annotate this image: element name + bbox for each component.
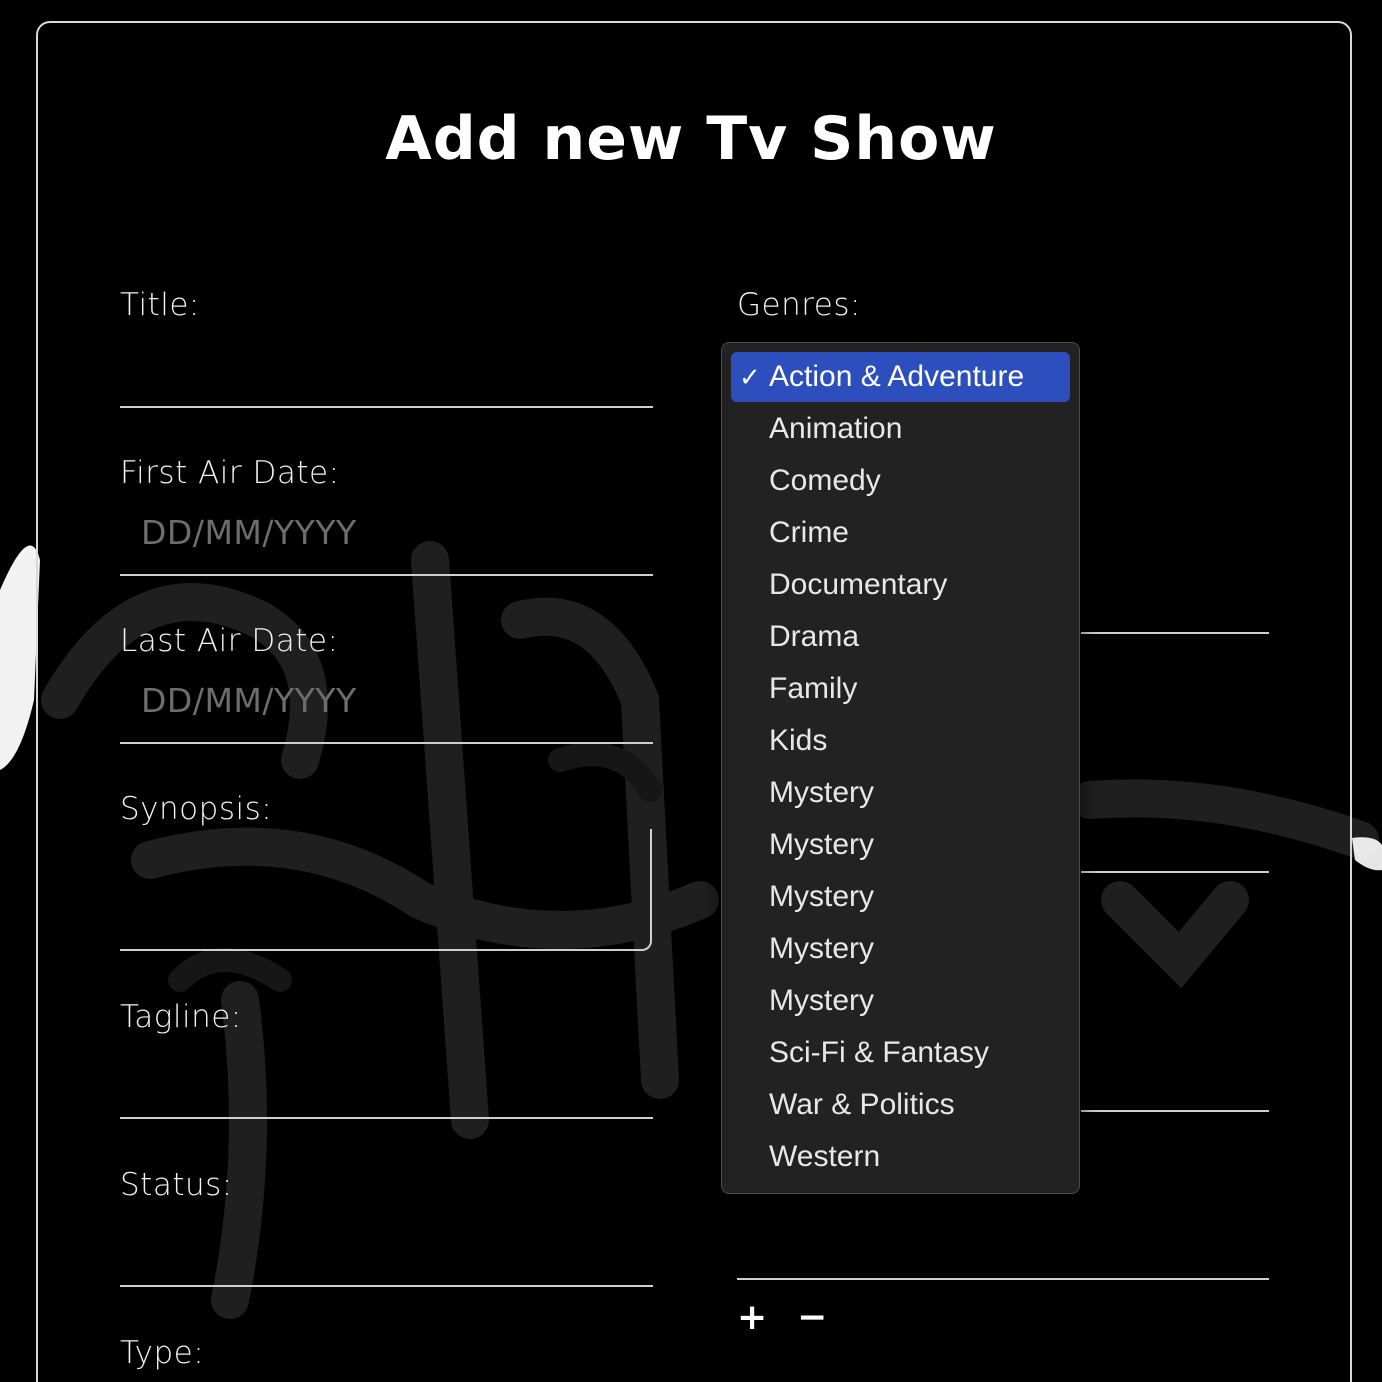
genre-option-mystery[interactable]: Mystery	[731, 924, 1070, 974]
genre-option-crime[interactable]: Crime	[731, 508, 1070, 558]
genre-option-label: Sci-Fi & Fantasy	[769, 1036, 990, 1069]
genres-dropdown[interactable]: ✓ Action & Adventure Animation Comedy Cr…	[721, 342, 1080, 1194]
remove-genre-button[interactable]: −	[797, 1300, 827, 1336]
genre-option-label: Kids	[769, 724, 828, 757]
title-input[interactable]	[120, 406, 653, 408]
genre-option-label: Documentary	[769, 568, 948, 601]
genre-option-label: Comedy	[769, 464, 881, 497]
synopsis-textarea[interactable]	[120, 829, 652, 951]
genre-option-label: Animation	[769, 412, 903, 445]
tagline-label: Tagline:	[120, 999, 242, 1035]
genre-option-documentary[interactable]: Documentary	[731, 560, 1070, 610]
genre-option-sci-fi-fantasy[interactable]: Sci-Fi & Fantasy	[731, 1028, 1070, 1078]
genre-option-drama[interactable]: Drama	[731, 612, 1070, 662]
genre-option-mystery[interactable]: Mystery	[731, 820, 1070, 870]
checkmark-icon: ✓	[739, 362, 761, 392]
genre-option-war-politics[interactable]: War & Politics	[731, 1080, 1070, 1130]
page-title: Add new Tv Show	[385, 104, 997, 174]
genre-select-underline-1	[1081, 632, 1269, 634]
genre-select-underline-4	[737, 1278, 1269, 1280]
first-air-date-label: First Air Date:	[120, 455, 340, 491]
page: Add new Tv Show Title: First Air Date: D…	[0, 0, 1382, 1382]
genre-option-family[interactable]: Family	[731, 664, 1070, 714]
last-air-date-underline	[120, 742, 653, 744]
title-label: Title:	[120, 287, 200, 323]
genre-option-label: Drama	[769, 620, 860, 653]
genre-option-label: Western	[769, 1140, 881, 1173]
tagline-input[interactable]	[120, 1117, 653, 1119]
genre-option-label: Mystery	[769, 828, 874, 861]
genre-option-label: Mystery	[769, 880, 874, 913]
genre-option-kids[interactable]: Kids	[731, 716, 1070, 766]
last-air-date-input[interactable]: DD/MM/YYYY	[141, 681, 357, 720]
genre-option-label: Mystery	[769, 932, 874, 965]
genre-option-western[interactable]: Western	[731, 1132, 1070, 1182]
status-label: Status:	[120, 1167, 233, 1203]
genre-select-underline-3	[1081, 1110, 1269, 1112]
genre-option-action-adventure[interactable]: ✓ Action & Adventure	[731, 352, 1070, 402]
genre-option-mystery[interactable]: Mystery	[731, 872, 1070, 922]
genre-option-label: Action & Adventure	[769, 360, 1025, 393]
genre-option-mystery[interactable]: Mystery	[731, 768, 1070, 818]
first-air-date-input[interactable]: DD/MM/YYYY	[141, 513, 357, 552]
genre-option-mystery[interactable]: Mystery	[731, 976, 1070, 1026]
first-air-date-underline	[120, 574, 653, 576]
genre-option-label: War & Politics	[769, 1088, 955, 1121]
add-genre-button[interactable]: +	[737, 1300, 767, 1336]
genre-select-underline-2	[1081, 871, 1269, 873]
genres-label: Genres:	[737, 287, 861, 323]
genre-option-animation[interactable]: Animation	[731, 404, 1070, 454]
genre-option-label: Mystery	[769, 776, 874, 809]
genre-option-comedy[interactable]: Comedy	[731, 456, 1070, 506]
status-input[interactable]	[120, 1285, 653, 1287]
synopsis-label: Synopsis:	[120, 791, 273, 827]
genre-option-label: Crime	[769, 516, 849, 549]
genre-option-label: Family	[769, 672, 858, 705]
last-air-date-label: Last Air Date:	[120, 623, 339, 659]
genre-option-label: Mystery	[769, 984, 874, 1017]
type-label: Type:	[120, 1335, 205, 1371]
